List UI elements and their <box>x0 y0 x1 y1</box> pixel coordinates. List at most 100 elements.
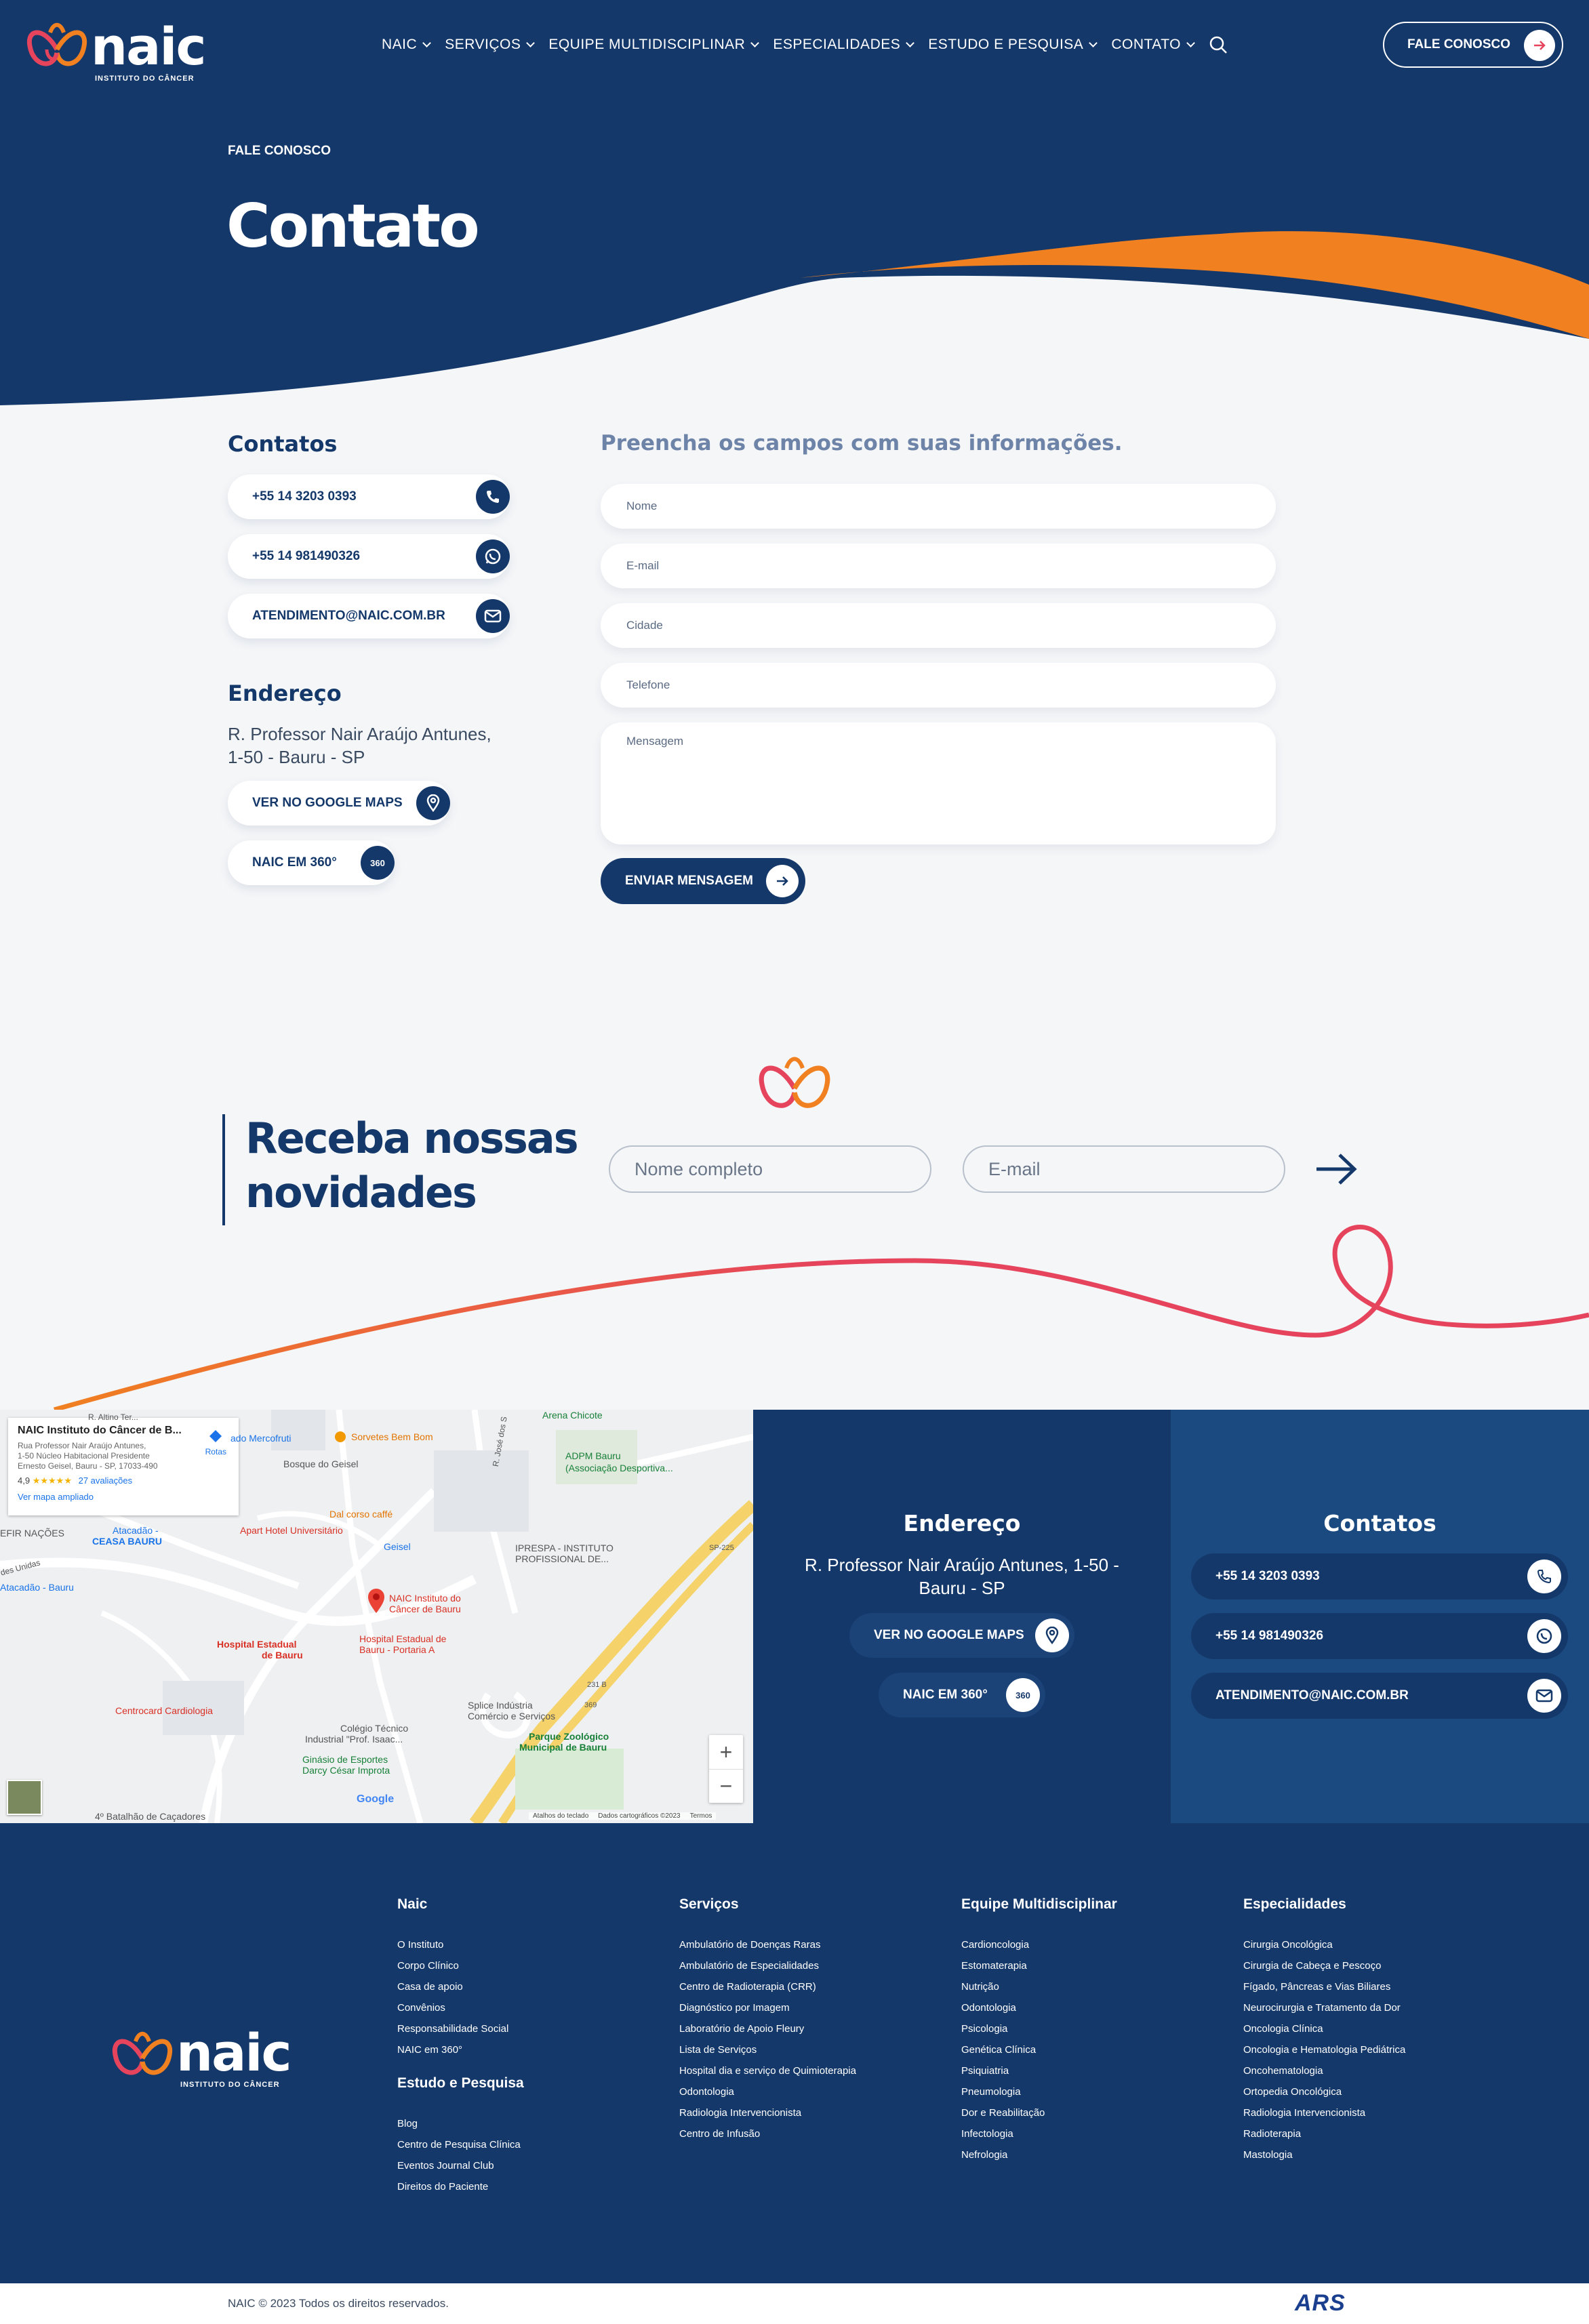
street-view-thumbnail[interactable] <box>7 1780 42 1815</box>
footer-equipe-link[interactable]: Estomaterapia <box>961 1955 1045 1976</box>
nav-item-contato[interactable]: CONTATO <box>1111 37 1195 53</box>
message-field[interactable]: Mensagem <box>601 722 1276 844</box>
footer-equipe-link[interactable]: Odontologia <box>961 1997 1045 2018</box>
newsletter-submit-arrow-icon[interactable] <box>1315 1152 1359 1186</box>
footer-servicos-link[interactable]: Laboratório de Apoio Fleury <box>679 2018 856 2039</box>
footer-logo[interactable]: naic INSTITUTO DO CÂNCER <box>108 2021 305 2089</box>
footer-especialidades-link[interactable]: Radioterapia <box>1243 2123 1405 2144</box>
footer-servicos-link[interactable]: Lista de Serviços <box>679 2039 856 2060</box>
footer-servicos-link[interactable]: Hospital dia e serviço de Quimioterapia <box>679 2060 856 2081</box>
newsletter-title-line-1: Receba nossas <box>245 1114 579 1163</box>
google-logo: Google <box>357 1793 395 1805</box>
nav-item-naic[interactable]: NAIC <box>382 37 432 53</box>
footer-especialidades-link[interactable]: Ortopedia Oncológica <box>1243 2081 1405 2102</box>
google-map[interactable]: NAIC Instituto do Câncer de B... Rua Pro… <box>0 1410 753 1823</box>
footer-email-pill[interactable]: ATENDIMENTO@NAIC.COM.BR <box>1191 1673 1568 1719</box>
naic-360-button[interactable]: NAIC EM 360° 360 <box>228 840 395 885</box>
footer-servicos-link[interactable]: Ambulatório de Doenças Raras <box>679 1934 856 1955</box>
footer-equipe-link[interactable]: Nutrição <box>961 1976 1045 1997</box>
name-field[interactable]: Nome <box>601 484 1276 529</box>
footer-estudo-link[interactable]: Direitos do Paciente <box>397 2176 521 2197</box>
map-label: Splice Indústria <box>468 1700 533 1711</box>
nav-item-servicos[interactable]: SERVIÇOS <box>445 37 536 53</box>
footer-naic-link[interactable]: NAIC em 360° <box>397 2039 508 2060</box>
footer-equipe-link[interactable]: Nefrologia <box>961 2144 1045 2165</box>
nav-item-equipe[interactable]: EQUIPE MULTIDISCIPLINAR <box>548 37 760 53</box>
footer-equipe-link[interactable]: Psiquiatria <box>961 2060 1045 2081</box>
footer-servicos-link[interactable]: Diagnóstico por Imagem <box>679 1997 856 2018</box>
footer-logo-wordmark: naic <box>176 2022 291 2083</box>
footer-naic-link[interactable]: Casa de apoio <box>397 1976 508 1997</box>
email-field[interactable]: E-mail <box>601 544 1276 588</box>
map-label: Bosque do Geisel <box>283 1459 359 1469</box>
map-info-card: NAIC Instituto do Câncer de B... Rua Pro… <box>8 1418 239 1515</box>
footer-especialidades-link[interactable]: Oncologia Clínica <box>1243 2018 1405 2039</box>
map-card-rating: 4,9 ★★★★★ 27 avaliações <box>18 1475 229 1486</box>
footer-servicos-link[interactable]: Odontologia <box>679 2081 856 2102</box>
footer-servicos-link[interactable]: Radiologia Intervencionista <box>679 2102 856 2123</box>
map-footer-link[interactable]: Atalhos do teclado <box>533 1812 588 1820</box>
360-icon: 360 <box>361 846 395 880</box>
footer-especialidades-link[interactable]: Fígado, Pâncreas e Vias Biliares <box>1243 1976 1405 1997</box>
google-maps-button[interactable]: VER NO GOOGLE MAPS <box>228 781 450 825</box>
footer-phone-pill[interactable]: +55 14 3203 0393 <box>1191 1553 1568 1599</box>
footer-estudo-link[interactable]: Blog <box>397 2113 521 2134</box>
chevron-down-icon <box>422 38 432 47</box>
nav-item-estudo[interactable]: ESTUDO E PESQUISA <box>928 37 1098 53</box>
map-label: NAIC Instituto do <box>389 1593 461 1604</box>
search-icon[interactable] <box>1209 35 1228 54</box>
zoom-in-button[interactable]: + <box>709 1735 743 1769</box>
footer-whatsapp-pill[interactable]: +55 14 981490326 <box>1191 1613 1568 1659</box>
footer-google-maps-button[interactable]: VER NO GOOGLE MAPS <box>849 1613 1074 1658</box>
footer-equipe-link[interactable]: Cardioncologia <box>961 1934 1045 1955</box>
contacts-title: Contatos <box>228 431 338 457</box>
footer-estudo-link[interactable]: Eventos Journal Club <box>397 2155 521 2176</box>
map-card-title: NAIC Instituto do Câncer de B... <box>18 1425 182 1436</box>
email-pill[interactable]: ATENDIMENTO@NAIC.COM.BR <box>228 594 510 638</box>
footer-equipe-link[interactable]: Pneumologia <box>961 2081 1045 2102</box>
phone-field[interactable]: Telefone <box>601 663 1276 708</box>
agency-logo[interactable]: ARS <box>1295 2290 1346 2317</box>
map-enlarge-link[interactable]: Ver mapa ampliado <box>18 1492 229 1502</box>
footer-naic-link[interactable]: Responsabilidade Social <box>397 2018 508 2039</box>
map-footer-link[interactable]: Termos <box>690 1812 712 1820</box>
footer-servicos-link[interactable]: Ambulatório de Especialidades <box>679 1955 856 1976</box>
footer-col-estudo-list: Blog Centro de Pesquisa Clínica Eventos Jo… <box>397 2113 521 2197</box>
footer-especialidades-link[interactable]: Neurocirurgia e Tratamento da Dor <box>1243 1997 1405 2018</box>
footer-servicos-link[interactable]: Centro de Radioterapia (CRR) <box>679 1976 856 1997</box>
footer: naic INSTITUTO DO CÂNCER Naic O Institut… <box>0 1823 1589 2283</box>
whatsapp-pill[interactable]: +55 14 981490326 <box>228 534 510 579</box>
footer-equipe-link[interactable]: Genética Clínica <box>961 2039 1045 2060</box>
footer-servicos-link[interactable]: Centro de Infusão <box>679 2123 856 2144</box>
send-message-button[interactable]: ENVIAR MENSAGEM <box>601 858 805 904</box>
map-reviews-link[interactable]: 27 avaliações <box>79 1475 133 1486</box>
logo[interactable]: naic INSTITUTO DO CÂNCER <box>23 9 206 84</box>
footer-whatsapp-text: +55 14 981490326 <box>1215 1629 1324 1643</box>
footer-estudo-link[interactable]: Centro de Pesquisa Clínica <box>397 2134 521 2155</box>
fale-conosco-button[interactable]: FALE CONOSCO <box>1383 22 1563 68</box>
city-field[interactable]: Cidade <box>601 603 1276 648</box>
zoom-out-button[interactable]: − <box>709 1769 743 1803</box>
footer-equipe-link[interactable]: Dor e Reabilitação <box>961 2102 1045 2123</box>
footer-naic-360-button[interactable]: NAIC EM 360° 360 <box>879 1673 1045 1717</box>
footer-especialidades-link[interactable]: Cirurgia de Cabeça e Pescoço <box>1243 1955 1405 1976</box>
footer-google-maps-label: VER NO GOOGLE MAPS <box>874 1628 1024 1642</box>
phone-pill[interactable]: +55 14 3203 0393 <box>228 474 510 519</box>
nav-item-especialidades[interactable]: ESPECIALIDADES <box>773 37 915 53</box>
city-placeholder: Cidade <box>626 619 663 632</box>
footer-equipe-link[interactable]: Psicologia <box>961 2018 1045 2039</box>
newsletter-name-input[interactable]: Nome completo <box>609 1145 931 1193</box>
map-routes-button[interactable]: Rotas <box>205 1429 226 1456</box>
footer-especialidades-link[interactable]: Mastologia <box>1243 2144 1405 2165</box>
footer-naic-link[interactable]: Convênios <box>397 1997 508 2018</box>
footer-especialidades-link[interactable]: Oncohematologia <box>1243 2060 1405 2081</box>
footer-especialidades-link[interactable]: Cirurgia Oncológica <box>1243 1934 1405 1955</box>
footer-naic-link[interactable]: O Instituto <box>397 1934 508 1955</box>
logo-wordmark: naic <box>91 16 206 77</box>
whatsapp-icon <box>1527 1619 1561 1653</box>
footer-especialidades-link[interactable]: Oncologia e Hematologia Pediátrica <box>1243 2039 1405 2060</box>
footer-naic-link[interactable]: Corpo Clínico <box>397 1955 508 1976</box>
footer-especialidades-link[interactable]: Radiologia Intervencionista <box>1243 2102 1405 2123</box>
newsletter-email-input[interactable]: E-mail <box>963 1145 1285 1193</box>
footer-equipe-link[interactable]: Infectologia <box>961 2123 1045 2144</box>
